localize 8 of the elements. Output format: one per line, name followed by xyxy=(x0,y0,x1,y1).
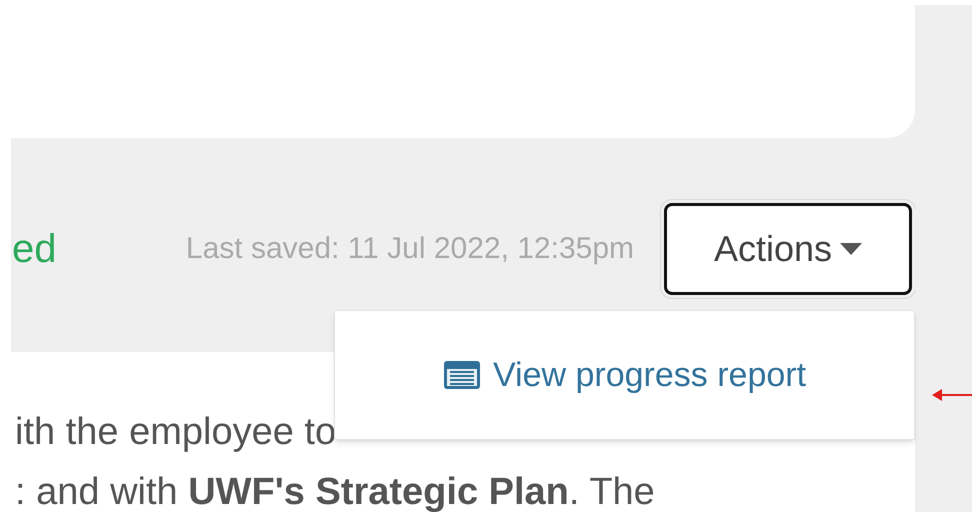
body-text: : and with UWF's Strategic Plan. The xyxy=(15,472,656,512)
menu-item[interactable]: View progress report xyxy=(442,350,806,400)
list-icon xyxy=(442,360,481,390)
status-text: ed xyxy=(11,226,56,274)
last-saved-text: Last saved: 11 Jul 2022, 12:35pm xyxy=(186,231,634,268)
body-text: ith the employee to xyxy=(15,412,338,452)
caret-icon xyxy=(840,243,862,256)
arrow-icon xyxy=(932,388,972,402)
